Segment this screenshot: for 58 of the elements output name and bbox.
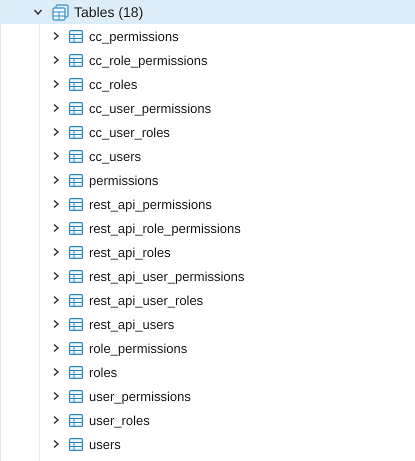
table-name[interactable]: rest_api_permissions bbox=[89, 196, 212, 212]
table-icon bbox=[69, 198, 83, 210]
table-name[interactable]: roles bbox=[89, 364, 118, 380]
node-label: Tables (18) bbox=[74, 4, 144, 20]
chevron-icon[interactable] bbox=[51, 415, 61, 425]
table-icon bbox=[69, 246, 83, 258]
table-icon bbox=[69, 30, 83, 42]
table-name[interactable]: rest_api_user_permissions bbox=[89, 268, 244, 284]
table-icon bbox=[69, 270, 83, 282]
chevron-icon[interactable] bbox=[51, 343, 61, 353]
table-icon bbox=[69, 414, 83, 426]
table-name[interactable]: rest_api_user_roles bbox=[89, 292, 204, 308]
table-icon bbox=[69, 222, 83, 234]
chevron-icon[interactable] bbox=[51, 295, 61, 305]
table-icon bbox=[69, 174, 83, 186]
table-name[interactable]: cc_user_permissions bbox=[89, 100, 212, 116]
tables-icon bbox=[52, 4, 69, 20]
table-icon bbox=[69, 78, 83, 90]
chevron-icon[interactable] bbox=[51, 79, 61, 89]
tree-node[interactable]: Tables (18) bbox=[1, 0, 415, 24]
table-icon bbox=[69, 342, 83, 354]
table-icon bbox=[69, 438, 83, 450]
table-icon bbox=[69, 318, 83, 330]
table-name[interactable]: rest_api_role_permissions bbox=[89, 220, 241, 236]
table-icon bbox=[69, 366, 83, 378]
table-name[interactable]: role_permissions bbox=[89, 340, 188, 356]
table-name[interactable]: user_permissions bbox=[89, 388, 191, 404]
table-name[interactable]: cc_role_permissions bbox=[89, 52, 208, 68]
chevron-icon[interactable] bbox=[51, 199, 61, 209]
table-icon bbox=[69, 150, 83, 162]
chevron-icon[interactable] bbox=[51, 367, 61, 377]
table-icon bbox=[69, 126, 83, 138]
table-name[interactable]: users bbox=[89, 436, 121, 452]
table-name[interactable]: cc_users bbox=[89, 148, 142, 164]
chevron-icon[interactable] bbox=[51, 31, 61, 41]
chevron-icon[interactable] bbox=[51, 127, 61, 137]
chevron-icon[interactable] bbox=[51, 175, 61, 185]
table-icon bbox=[69, 54, 83, 66]
chevron-icon[interactable] bbox=[51, 103, 61, 113]
chevron-icon[interactable] bbox=[51, 271, 61, 281]
chevron-icon[interactable] bbox=[51, 223, 61, 233]
table-name[interactable]: rest_api_users bbox=[89, 316, 174, 332]
table-name[interactable]: cc_roles bbox=[89, 76, 138, 92]
table-icon bbox=[69, 294, 83, 306]
chevron-icon[interactable] bbox=[51, 55, 61, 65]
table-name[interactable]: user_roles bbox=[89, 412, 150, 428]
table-icon bbox=[69, 102, 83, 114]
table-name[interactable]: cc_user_roles bbox=[89, 124, 170, 140]
chevron-icon[interactable] bbox=[51, 247, 61, 257]
table-name[interactable]: rest_api_roles bbox=[89, 244, 171, 260]
chevron-icon[interactable] bbox=[51, 319, 61, 329]
chevron-icon[interactable] bbox=[51, 391, 61, 401]
table-name[interactable]: cc_permissions bbox=[89, 28, 179, 44]
chevron-icon[interactable] bbox=[51, 151, 61, 161]
table-name[interactable]: permissions bbox=[89, 172, 158, 188]
chevron-icon[interactable] bbox=[51, 439, 61, 449]
chevron-icon[interactable] bbox=[33, 7, 43, 17]
table-icon bbox=[69, 390, 83, 402]
